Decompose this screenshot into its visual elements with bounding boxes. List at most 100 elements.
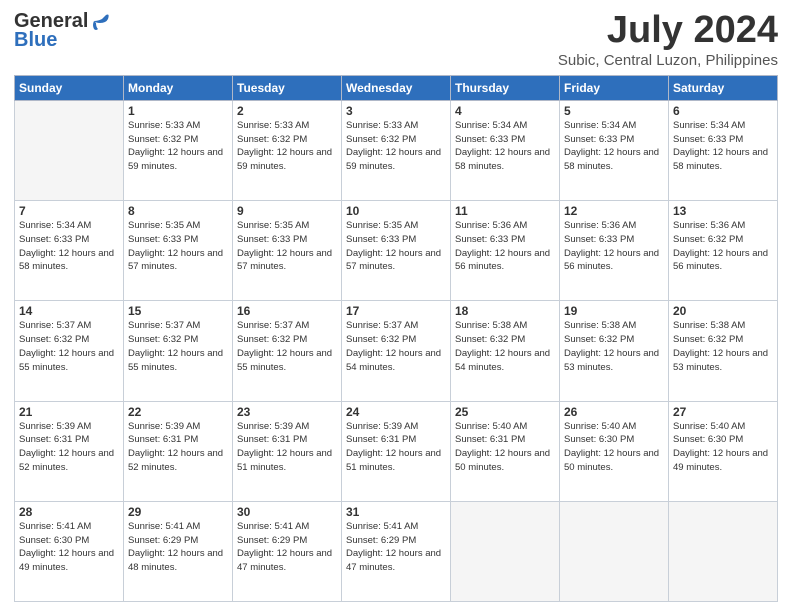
week-row-2: 7Sunrise: 5:34 AM Sunset: 6:33 PM Daylig…: [15, 201, 778, 301]
weekday-header-thursday: Thursday: [451, 75, 560, 100]
day-info: Sunrise: 5:34 AM Sunset: 6:33 PM Dayligh…: [19, 219, 119, 274]
calendar-cell: 14Sunrise: 5:37 AM Sunset: 6:32 PM Dayli…: [15, 301, 124, 401]
day-number: 14: [19, 304, 119, 318]
calendar-cell: 27Sunrise: 5:40 AM Sunset: 6:30 PM Dayli…: [669, 401, 778, 501]
day-info: Sunrise: 5:33 AM Sunset: 6:32 PM Dayligh…: [128, 119, 228, 174]
day-number: 6: [673, 104, 773, 118]
calendar-cell: 1Sunrise: 5:33 AM Sunset: 6:32 PM Daylig…: [124, 100, 233, 200]
day-number: 16: [237, 304, 337, 318]
day-number: 19: [564, 304, 664, 318]
week-row-3: 14Sunrise: 5:37 AM Sunset: 6:32 PM Dayli…: [15, 301, 778, 401]
day-number: 15: [128, 304, 228, 318]
calendar-cell: [560, 501, 669, 601]
day-number: 20: [673, 304, 773, 318]
weekday-header-monday: Monday: [124, 75, 233, 100]
calendar-cell: [451, 501, 560, 601]
day-info: Sunrise: 5:34 AM Sunset: 6:33 PM Dayligh…: [673, 119, 773, 174]
calendar-cell: 3Sunrise: 5:33 AM Sunset: 6:32 PM Daylig…: [342, 100, 451, 200]
weekday-header-wednesday: Wednesday: [342, 75, 451, 100]
day-number: 2: [237, 104, 337, 118]
calendar-cell: [669, 501, 778, 601]
calendar-cell: 7Sunrise: 5:34 AM Sunset: 6:33 PM Daylig…: [15, 201, 124, 301]
day-number: 26: [564, 405, 664, 419]
day-number: 28: [19, 505, 119, 519]
day-info: Sunrise: 5:39 AM Sunset: 6:31 PM Dayligh…: [19, 420, 119, 475]
calendar-cell: 21Sunrise: 5:39 AM Sunset: 6:31 PM Dayli…: [15, 401, 124, 501]
day-info: Sunrise: 5:38 AM Sunset: 6:32 PM Dayligh…: [564, 319, 664, 374]
day-info: Sunrise: 5:36 AM Sunset: 6:33 PM Dayligh…: [564, 219, 664, 274]
day-info: Sunrise: 5:37 AM Sunset: 6:32 PM Dayligh…: [19, 319, 119, 374]
logo-bird-icon: [88, 13, 110, 31]
day-info: Sunrise: 5:41 AM Sunset: 6:29 PM Dayligh…: [128, 520, 228, 575]
subtitle: Subic, Central Luzon, Philippines: [558, 52, 778, 69]
day-number: 25: [455, 405, 555, 419]
calendar-cell: 10Sunrise: 5:35 AM Sunset: 6:33 PM Dayli…: [342, 201, 451, 301]
day-info: Sunrise: 5:39 AM Sunset: 6:31 PM Dayligh…: [237, 420, 337, 475]
calendar-cell: 31Sunrise: 5:41 AM Sunset: 6:29 PM Dayli…: [342, 501, 451, 601]
weekday-header-row: SundayMondayTuesdayWednesdayThursdayFrid…: [15, 75, 778, 100]
day-number: 7: [19, 204, 119, 218]
calendar-cell: 19Sunrise: 5:38 AM Sunset: 6:32 PM Dayli…: [560, 301, 669, 401]
calendar-cell: 16Sunrise: 5:37 AM Sunset: 6:32 PM Dayli…: [233, 301, 342, 401]
day-info: Sunrise: 5:34 AM Sunset: 6:33 PM Dayligh…: [455, 119, 555, 174]
day-info: Sunrise: 5:41 AM Sunset: 6:29 PM Dayligh…: [346, 520, 446, 575]
calendar-cell: 26Sunrise: 5:40 AM Sunset: 6:30 PM Dayli…: [560, 401, 669, 501]
day-info: Sunrise: 5:34 AM Sunset: 6:33 PM Dayligh…: [564, 119, 664, 174]
day-info: Sunrise: 5:39 AM Sunset: 6:31 PM Dayligh…: [128, 420, 228, 475]
day-info: Sunrise: 5:33 AM Sunset: 6:32 PM Dayligh…: [346, 119, 446, 174]
day-number: 21: [19, 405, 119, 419]
calendar-cell: 18Sunrise: 5:38 AM Sunset: 6:32 PM Dayli…: [451, 301, 560, 401]
calendar-table: SundayMondayTuesdayWednesdayThursdayFrid…: [14, 75, 778, 602]
calendar-cell: 30Sunrise: 5:41 AM Sunset: 6:29 PM Dayli…: [233, 501, 342, 601]
day-number: 5: [564, 104, 664, 118]
day-info: Sunrise: 5:33 AM Sunset: 6:32 PM Dayligh…: [237, 119, 337, 174]
day-info: Sunrise: 5:36 AM Sunset: 6:33 PM Dayligh…: [455, 219, 555, 274]
logo: General Blue: [14, 10, 110, 52]
day-number: 12: [564, 204, 664, 218]
calendar-cell: 9Sunrise: 5:35 AM Sunset: 6:33 PM Daylig…: [233, 201, 342, 301]
calendar-cell: 23Sunrise: 5:39 AM Sunset: 6:31 PM Dayli…: [233, 401, 342, 501]
weekday-header-tuesday: Tuesday: [233, 75, 342, 100]
day-info: Sunrise: 5:35 AM Sunset: 6:33 PM Dayligh…: [346, 219, 446, 274]
calendar-cell: 17Sunrise: 5:37 AM Sunset: 6:32 PM Dayli…: [342, 301, 451, 401]
calendar-cell: 20Sunrise: 5:38 AM Sunset: 6:32 PM Dayli…: [669, 301, 778, 401]
day-info: Sunrise: 5:36 AM Sunset: 6:32 PM Dayligh…: [673, 219, 773, 274]
day-number: 22: [128, 405, 228, 419]
week-row-4: 21Sunrise: 5:39 AM Sunset: 6:31 PM Dayli…: [15, 401, 778, 501]
day-info: Sunrise: 5:38 AM Sunset: 6:32 PM Dayligh…: [673, 319, 773, 374]
calendar-cell: 12Sunrise: 5:36 AM Sunset: 6:33 PM Dayli…: [560, 201, 669, 301]
day-number: 31: [346, 505, 446, 519]
calendar-cell: [15, 100, 124, 200]
day-info: Sunrise: 5:40 AM Sunset: 6:30 PM Dayligh…: [673, 420, 773, 475]
day-info: Sunrise: 5:37 AM Sunset: 6:32 PM Dayligh…: [237, 319, 337, 374]
calendar-cell: 29Sunrise: 5:41 AM Sunset: 6:29 PM Dayli…: [124, 501, 233, 601]
day-number: 3: [346, 104, 446, 118]
weekday-header-sunday: Sunday: [15, 75, 124, 100]
logo-blue-text: Blue: [14, 29, 57, 52]
calendar-cell: 5Sunrise: 5:34 AM Sunset: 6:33 PM Daylig…: [560, 100, 669, 200]
day-number: 27: [673, 405, 773, 419]
day-number: 18: [455, 304, 555, 318]
day-number: 11: [455, 204, 555, 218]
calendar-cell: 13Sunrise: 5:36 AM Sunset: 6:32 PM Dayli…: [669, 201, 778, 301]
calendar-cell: 15Sunrise: 5:37 AM Sunset: 6:32 PM Dayli…: [124, 301, 233, 401]
calendar-cell: 28Sunrise: 5:41 AM Sunset: 6:30 PM Dayli…: [15, 501, 124, 601]
calendar-cell: 22Sunrise: 5:39 AM Sunset: 6:31 PM Dayli…: [124, 401, 233, 501]
day-number: 4: [455, 104, 555, 118]
day-info: Sunrise: 5:37 AM Sunset: 6:32 PM Dayligh…: [128, 319, 228, 374]
day-number: 8: [128, 204, 228, 218]
calendar-cell: 25Sunrise: 5:40 AM Sunset: 6:31 PM Dayli…: [451, 401, 560, 501]
calendar-cell: 8Sunrise: 5:35 AM Sunset: 6:33 PM Daylig…: [124, 201, 233, 301]
week-row-5: 28Sunrise: 5:41 AM Sunset: 6:30 PM Dayli…: [15, 501, 778, 601]
page: General Blue July 2024 Subic, Central Lu…: [0, 0, 792, 612]
day-number: 23: [237, 405, 337, 419]
day-info: Sunrise: 5:41 AM Sunset: 6:29 PM Dayligh…: [237, 520, 337, 575]
calendar-cell: 11Sunrise: 5:36 AM Sunset: 6:33 PM Dayli…: [451, 201, 560, 301]
day-number: 1: [128, 104, 228, 118]
header: General Blue July 2024 Subic, Central Lu…: [14, 10, 778, 69]
day-info: Sunrise: 5:38 AM Sunset: 6:32 PM Dayligh…: [455, 319, 555, 374]
day-info: Sunrise: 5:37 AM Sunset: 6:32 PM Dayligh…: [346, 319, 446, 374]
calendar-cell: 2Sunrise: 5:33 AM Sunset: 6:32 PM Daylig…: [233, 100, 342, 200]
day-info: Sunrise: 5:40 AM Sunset: 6:31 PM Dayligh…: [455, 420, 555, 475]
calendar-cell: 6Sunrise: 5:34 AM Sunset: 6:33 PM Daylig…: [669, 100, 778, 200]
